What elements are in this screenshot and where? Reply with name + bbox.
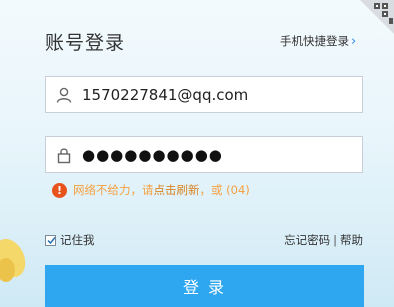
chevron-right-icon: › — [351, 33, 357, 49]
remember-me-checkbox[interactable] — [45, 234, 56, 246]
qr-code-icon — [360, 0, 394, 34]
user-icon — [46, 76, 82, 113]
qr-code-login-toggle[interactable] — [360, 0, 394, 34]
warning-icon: ! — [52, 182, 67, 198]
decorative-leaf-illustration — [0, 238, 26, 282]
remember-me-toggle[interactable]: 记住我 — [45, 232, 95, 248]
error-code: ，或 (04) — [199, 183, 250, 197]
link-separator: | — [333, 233, 337, 247]
refresh-link[interactable]: 点击刷新 — [154, 182, 200, 198]
password-field[interactable]: ●●●●●●●●●● — [45, 136, 363, 173]
forgot-password-link[interactable]: 忘记密码 — [284, 233, 330, 247]
password-input[interactable]: ●●●●●●●●●● — [82, 146, 223, 164]
network-error-message: ! 网络不给力，请 点击刷新 ，或 (04) — [52, 182, 250, 198]
error-text: 网络不给力，请 — [73, 183, 154, 197]
lock-icon — [46, 136, 82, 173]
account-input[interactable]: 1570227841@qq.com — [82, 86, 248, 104]
page-title: 账号登录 — [45, 32, 126, 54]
phone-quick-login-label: 手机快捷登录 — [280, 34, 349, 48]
remember-me-label: 记住我 — [60, 233, 95, 247]
login-button[interactable]: 登 录 — [45, 265, 364, 307]
checkmark-icon — [47, 236, 56, 244]
help-links: 忘记密码 | 帮助 — [284, 232, 363, 248]
account-field[interactable]: 1570227841@qq.com — [45, 76, 363, 113]
phone-quick-login-link[interactable]: 手机快捷登录 › — [280, 33, 356, 49]
help-link[interactable]: 帮助 — [340, 233, 363, 247]
